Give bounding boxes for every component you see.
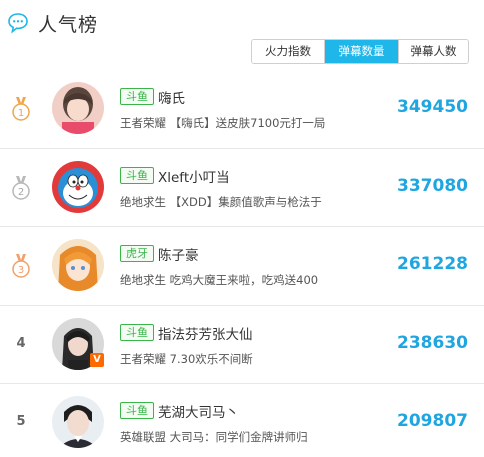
medal-3-icon: 3: [12, 254, 30, 278]
sort-tabs: 火力指数 弹幕数量 弹幕人数: [251, 39, 469, 64]
streamer-name[interactable]: 陈子豪: [158, 244, 199, 264]
list-item[interactable]: 3 虎牙 陈子豪 绝地求生 吃鸡大魔王来啦，吃鸡送400 261228: [0, 227, 484, 306]
streamer-name[interactable]: Xleft小叮当: [158, 166, 230, 186]
svg-text:1: 1: [18, 108, 24, 119]
medal-1-icon: 1: [12, 97, 30, 121]
medal-2-icon: 2: [12, 175, 30, 200]
streamer-name[interactable]: 指法芬芳张大仙: [158, 323, 253, 343]
avatar[interactable]: [52, 82, 104, 134]
rank-number: 5: [16, 414, 26, 429]
stream-description: 绝地求生 【XDD】集颜值歌声与枪法于: [120, 194, 322, 209]
stream-description: 王者荣耀 7.30欢乐不间断: [120, 351, 253, 366]
platform-badge: 斗鱼: [120, 166, 154, 184]
list-item[interactable]: 4 V 斗鱼 指法芬芳张大仙 王者荣耀 7.30欢乐不间断 238630: [0, 306, 484, 384]
danmaku-count: 261228: [397, 254, 468, 274]
stream-description: 绝地求生 吃鸡大魔王来啦，吃鸡送400: [120, 273, 319, 287]
list-item[interactable]: 1 斗鱼 嗨氏 王者荣耀 【嗨氏】送皮肤7100元打一局 349450: [0, 70, 484, 149]
tab-danmaku-count[interactable]: 弹幕数量: [324, 40, 398, 63]
avatar[interactable]: [52, 160, 104, 213]
svg-text:2: 2: [18, 187, 24, 198]
header: 人气榜 火力指数 弹幕数量 弹幕人数: [0, 0, 484, 70]
platform-badge: 斗鱼: [120, 323, 154, 341]
danmaku-count: 238630: [397, 332, 468, 353]
tab-danmaku-users[interactable]: 弹幕人数: [398, 40, 468, 63]
speech-bubble-icon: [8, 13, 28, 34]
stream-description: 英雄联盟 大司马：同学们金牌讲师归: [120, 430, 308, 444]
ranking-list: 1 斗鱼 嗨氏 王者荣耀 【嗨氏】送皮肤7100元打一局 349450 2 斗鱼…: [0, 70, 484, 457]
page-title: 人气榜: [38, 14, 99, 36]
platform-badge: 斗鱼: [120, 402, 154, 419]
platform-badge: 斗鱼: [120, 88, 154, 105]
streamer-name[interactable]: 芜湖大司马丶: [158, 401, 239, 421]
avatar[interactable]: [52, 396, 104, 448]
stream-description: 王者荣耀 【嗨氏】送皮肤7100元打一局: [120, 116, 326, 130]
svg-text:3: 3: [18, 265, 24, 276]
verified-badge: V: [90, 352, 104, 367]
danmaku-count: 337080: [397, 175, 468, 196]
list-item[interactable]: 5 斗鱼 芜湖大司马丶 英雄联盟 大司马：同学们金牌讲师归 209807: [0, 384, 484, 457]
avatar[interactable]: [52, 239, 104, 291]
tab-firepower-index[interactable]: 火力指数: [252, 40, 324, 63]
streamer-name[interactable]: 嗨氏: [158, 87, 185, 107]
rank-number: 4: [16, 335, 26, 351]
danmaku-count: 209807: [397, 411, 468, 431]
platform-badge: 虎牙: [120, 245, 154, 262]
list-item[interactable]: 2 斗鱼 Xleft小叮当 绝地求生 【XDD】集颜值歌声与枪法于 337080: [0, 149, 484, 227]
danmaku-count: 349450: [397, 97, 468, 117]
